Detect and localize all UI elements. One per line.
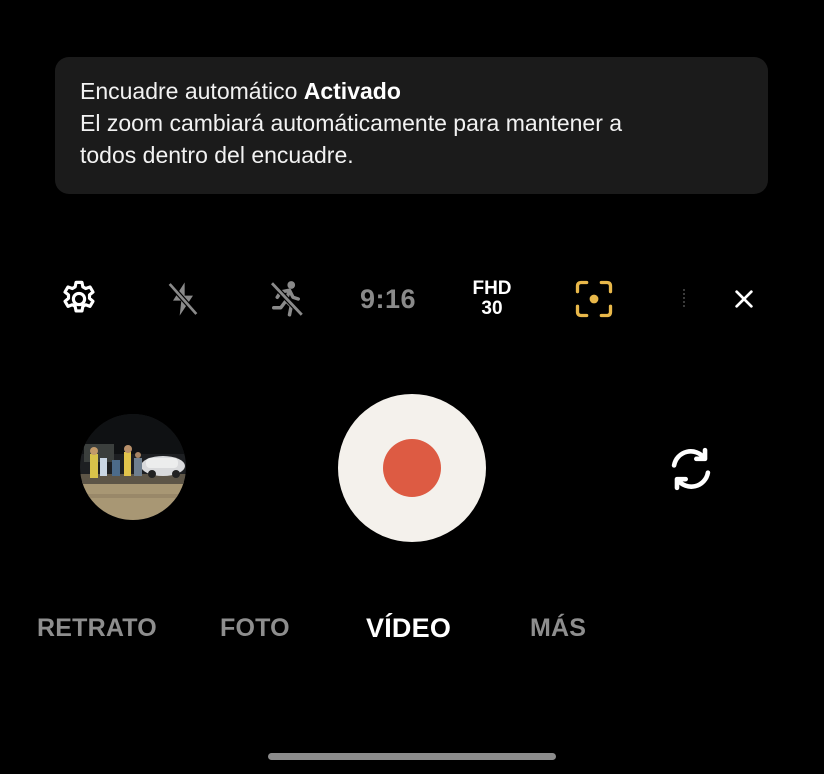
auto-framing-icon [575, 280, 613, 318]
mode-more[interactable]: MÁS [530, 614, 586, 643]
toast-line-1: Encuadre automático Activado [80, 75, 744, 107]
settings-button[interactable] [56, 276, 102, 322]
motion-button[interactable] [263, 276, 309, 322]
mode-photo[interactable]: FOTO [220, 614, 290, 643]
fps-label: 30 [481, 298, 503, 319]
resolution-label: FHD [472, 278, 512, 299]
flash-button[interactable] [160, 276, 206, 322]
close-button[interactable] [728, 276, 760, 322]
hidden-option-indicator [677, 276, 691, 322]
thumbnail-image [80, 414, 186, 520]
switch-camera-button[interactable] [662, 440, 720, 498]
gallery-thumbnail[interactable] [80, 414, 186, 520]
motion-photo-off-icon [270, 281, 304, 317]
flash-off-icon [167, 282, 199, 316]
mode-portrait[interactable]: RETRATO [37, 614, 157, 643]
resolution-button[interactable]: FHD 30 [463, 276, 521, 322]
toast-status: Activado [303, 78, 401, 104]
record-button[interactable] [338, 394, 486, 542]
gear-icon [63, 280, 95, 313]
toast-line-2: El zoom cambiará automáticamente para ma… [80, 110, 623, 136]
close-icon [735, 290, 753, 308]
toast-title: Encuadre automático [80, 78, 298, 104]
auto-framing-toast: Encuadre automático Activado El zoom cam… [55, 57, 768, 194]
home-indicator[interactable] [268, 753, 556, 760]
auto-framing-button[interactable] [570, 276, 618, 322]
switch-camera-icon [671, 447, 711, 491]
partial-icon [683, 289, 685, 309]
aspect-ratio-button[interactable]: 9:16 [355, 276, 421, 322]
mode-video[interactable]: VÍDEO [366, 613, 451, 644]
toast-line-3: todos dentro del encuadre. [80, 142, 354, 168]
record-dot [383, 439, 441, 497]
